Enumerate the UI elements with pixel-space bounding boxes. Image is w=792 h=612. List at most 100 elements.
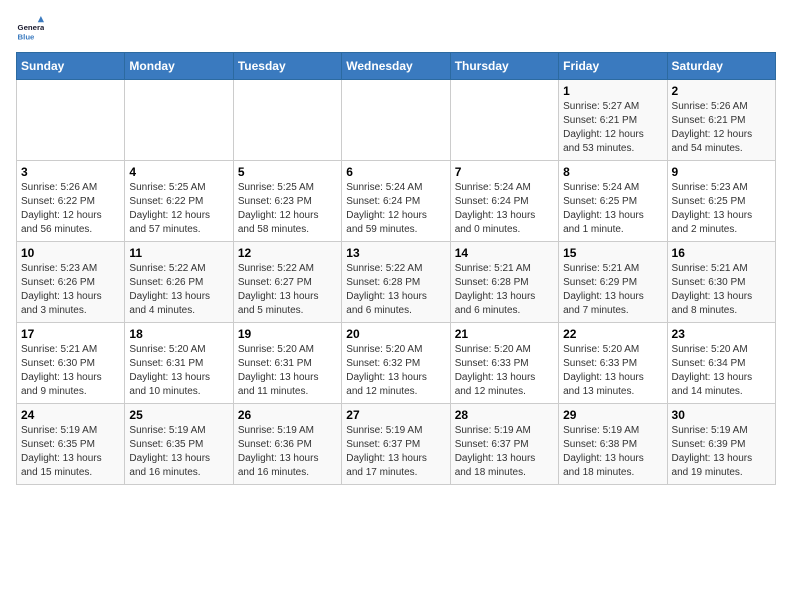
calendar-cell: 7 Sunrise: 5:24 AM Sunset: 6:24 PM Daylig…	[450, 161, 558, 242]
calendar-cell: 26 Sunrise: 5:19 AM Sunset: 6:36 PM Dayli…	[233, 404, 341, 485]
day-info: Sunrise: 5:24 AM Sunset: 6:25 PM Dayligh…	[563, 181, 662, 237]
week-row-1: 1 Sunrise: 5:27 AM Sunset: 6:21 PM Daylig…	[17, 80, 776, 161]
day-number: 9	[672, 165, 771, 179]
day-number: 8	[563, 165, 662, 179]
day-number: 15	[563, 246, 662, 260]
day-number: 24	[21, 408, 120, 422]
day-number: 18	[129, 327, 228, 341]
day-info: Sunrise: 5:19 AM Sunset: 6:37 PM Dayligh…	[455, 424, 554, 480]
day-info: Sunrise: 5:21 AM Sunset: 6:29 PM Dayligh…	[563, 262, 662, 318]
calendar-cell: 2 Sunrise: 5:26 AM Sunset: 6:21 PM Daylig…	[667, 80, 775, 161]
day-number: 6	[346, 165, 445, 179]
day-number: 10	[21, 246, 120, 260]
day-number: 29	[563, 408, 662, 422]
weekday-header-saturday: Saturday	[667, 53, 775, 80]
day-info: Sunrise: 5:24 AM Sunset: 6:24 PM Dayligh…	[346, 181, 445, 237]
calendar-cell: 16 Sunrise: 5:21 AM Sunset: 6:30 PM Dayli…	[667, 242, 775, 323]
day-info: Sunrise: 5:24 AM Sunset: 6:24 PM Dayligh…	[455, 181, 554, 237]
header: General Blue	[16, 16, 776, 44]
day-info: Sunrise: 5:19 AM Sunset: 6:37 PM Dayligh…	[346, 424, 445, 480]
calendar-cell	[17, 80, 125, 161]
weekday-header-thursday: Thursday	[450, 53, 558, 80]
week-row-2: 3 Sunrise: 5:26 AM Sunset: 6:22 PM Daylig…	[17, 161, 776, 242]
day-number: 4	[129, 165, 228, 179]
day-info: Sunrise: 5:20 AM Sunset: 6:34 PM Dayligh…	[672, 343, 771, 399]
calendar-cell: 23 Sunrise: 5:20 AM Sunset: 6:34 PM Dayli…	[667, 323, 775, 404]
day-info: Sunrise: 5:19 AM Sunset: 6:39 PM Dayligh…	[672, 424, 771, 480]
day-info: Sunrise: 5:21 AM Sunset: 6:30 PM Dayligh…	[672, 262, 771, 318]
calendar-cell: 1 Sunrise: 5:27 AM Sunset: 6:21 PM Daylig…	[559, 80, 667, 161]
day-info: Sunrise: 5:20 AM Sunset: 6:32 PM Dayligh…	[346, 343, 445, 399]
day-number: 2	[672, 84, 771, 98]
day-number: 16	[672, 246, 771, 260]
weekday-header-row: SundayMondayTuesdayWednesdayThursdayFrid…	[17, 53, 776, 80]
week-row-5: 24 Sunrise: 5:19 AM Sunset: 6:35 PM Dayli…	[17, 404, 776, 485]
calendar-cell: 8 Sunrise: 5:24 AM Sunset: 6:25 PM Daylig…	[559, 161, 667, 242]
day-number: 22	[563, 327, 662, 341]
calendar-cell	[125, 80, 233, 161]
calendar-cell: 13 Sunrise: 5:22 AM Sunset: 6:28 PM Dayli…	[342, 242, 450, 323]
calendar-cell: 29 Sunrise: 5:19 AM Sunset: 6:38 PM Dayli…	[559, 404, 667, 485]
calendar-cell: 17Sunrise: 5:21 AM Sunset: 6:30 PM Dayli…	[17, 323, 125, 404]
calendar-cell: 3 Sunrise: 5:26 AM Sunset: 6:22 PM Daylig…	[17, 161, 125, 242]
day-info: Sunrise: 5:23 AM Sunset: 6:25 PM Dayligh…	[672, 181, 771, 237]
calendar-cell: 4 Sunrise: 5:25 AM Sunset: 6:22 PM Daylig…	[125, 161, 233, 242]
day-number: 19	[238, 327, 337, 341]
day-info: Sunrise: 5:23 AM Sunset: 6:26 PM Dayligh…	[21, 262, 120, 318]
day-info: Sunrise: 5:22 AM Sunset: 6:28 PM Dayligh…	[346, 262, 445, 318]
day-info: Sunrise: 5:20 AM Sunset: 6:31 PM Dayligh…	[129, 343, 228, 399]
calendar-table: SundayMondayTuesdayWednesdayThursdayFrid…	[16, 52, 776, 485]
week-row-4: 17Sunrise: 5:21 AM Sunset: 6:30 PM Dayli…	[17, 323, 776, 404]
calendar-cell: 18 Sunrise: 5:20 AM Sunset: 6:31 PM Dayli…	[125, 323, 233, 404]
day-number: 13	[346, 246, 445, 260]
day-number: 28	[455, 408, 554, 422]
day-info: Sunrise: 5:19 AM Sunset: 6:35 PM Dayligh…	[129, 424, 228, 480]
day-number: 11	[129, 246, 228, 260]
logo: General Blue	[16, 16, 48, 44]
calendar-cell: 15 Sunrise: 5:21 AM Sunset: 6:29 PM Dayli…	[559, 242, 667, 323]
logo-icon: General Blue	[16, 16, 44, 44]
svg-text:General: General	[18, 23, 44, 32]
day-info: Sunrise: 5:19 AM Sunset: 6:36 PM Dayligh…	[238, 424, 337, 480]
day-info: Sunrise: 5:20 AM Sunset: 6:31 PM Dayligh…	[238, 343, 337, 399]
calendar-cell: 28 Sunrise: 5:19 AM Sunset: 6:37 PM Dayli…	[450, 404, 558, 485]
day-info: Sunrise: 5:20 AM Sunset: 6:33 PM Dayligh…	[563, 343, 662, 399]
calendar-cell: 10 Sunrise: 5:23 AM Sunset: 6:26 PM Dayli…	[17, 242, 125, 323]
day-info: Sunrise: 5:19 AM Sunset: 6:35 PM Dayligh…	[21, 424, 120, 480]
day-number: 1	[563, 84, 662, 98]
weekday-header-tuesday: Tuesday	[233, 53, 341, 80]
svg-text:Blue: Blue	[18, 32, 36, 41]
calendar-cell: 12 Sunrise: 5:22 AM Sunset: 6:27 PM Dayli…	[233, 242, 341, 323]
day-number: 30	[672, 408, 771, 422]
week-row-3: 10 Sunrise: 5:23 AM Sunset: 6:26 PM Dayli…	[17, 242, 776, 323]
weekday-header-wednesday: Wednesday	[342, 53, 450, 80]
calendar-cell: 14Sunrise: 5:21 AM Sunset: 6:28 PM Dayli…	[450, 242, 558, 323]
weekday-header-friday: Friday	[559, 53, 667, 80]
calendar-cell: 11 Sunrise: 5:22 AM Sunset: 6:26 PM Dayli…	[125, 242, 233, 323]
day-info: Sunrise: 5:22 AM Sunset: 6:26 PM Dayligh…	[129, 262, 228, 318]
day-number: 26	[238, 408, 337, 422]
calendar-cell: 21Sunrise: 5:20 AM Sunset: 6:33 PM Dayli…	[450, 323, 558, 404]
day-info: Sunrise: 5:22 AM Sunset: 6:27 PM Dayligh…	[238, 262, 337, 318]
calendar-cell: 22 Sunrise: 5:20 AM Sunset: 6:33 PM Dayli…	[559, 323, 667, 404]
day-number: 25	[129, 408, 228, 422]
calendar-cell	[233, 80, 341, 161]
calendar-cell: 20 Sunrise: 5:20 AM Sunset: 6:32 PM Dayli…	[342, 323, 450, 404]
day-number: 7	[455, 165, 554, 179]
day-info: Sunrise: 5:27 AM Sunset: 6:21 PM Dayligh…	[563, 100, 662, 156]
day-number: 12	[238, 246, 337, 260]
day-info: Sunrise: 5:26 AM Sunset: 6:22 PM Dayligh…	[21, 181, 120, 237]
day-info: Sunrise: 5:19 AM Sunset: 6:38 PM Dayligh…	[563, 424, 662, 480]
day-info: Sunrise: 5:25 AM Sunset: 6:22 PM Dayligh…	[129, 181, 228, 237]
calendar-cell: 19 Sunrise: 5:20 AM Sunset: 6:31 PM Dayli…	[233, 323, 341, 404]
calendar-cell: 6 Sunrise: 5:24 AM Sunset: 6:24 PM Daylig…	[342, 161, 450, 242]
weekday-header-sunday: Sunday	[17, 53, 125, 80]
day-number: 3	[21, 165, 120, 179]
calendar-cell: 24 Sunrise: 5:19 AM Sunset: 6:35 PM Dayli…	[17, 404, 125, 485]
day-number: 17	[21, 327, 120, 341]
day-number: 23	[672, 327, 771, 341]
calendar-cell: 25 Sunrise: 5:19 AM Sunset: 6:35 PM Dayli…	[125, 404, 233, 485]
day-info: Sunrise: 5:26 AM Sunset: 6:21 PM Dayligh…	[672, 100, 771, 156]
day-number: 27	[346, 408, 445, 422]
day-number: 20	[346, 327, 445, 341]
